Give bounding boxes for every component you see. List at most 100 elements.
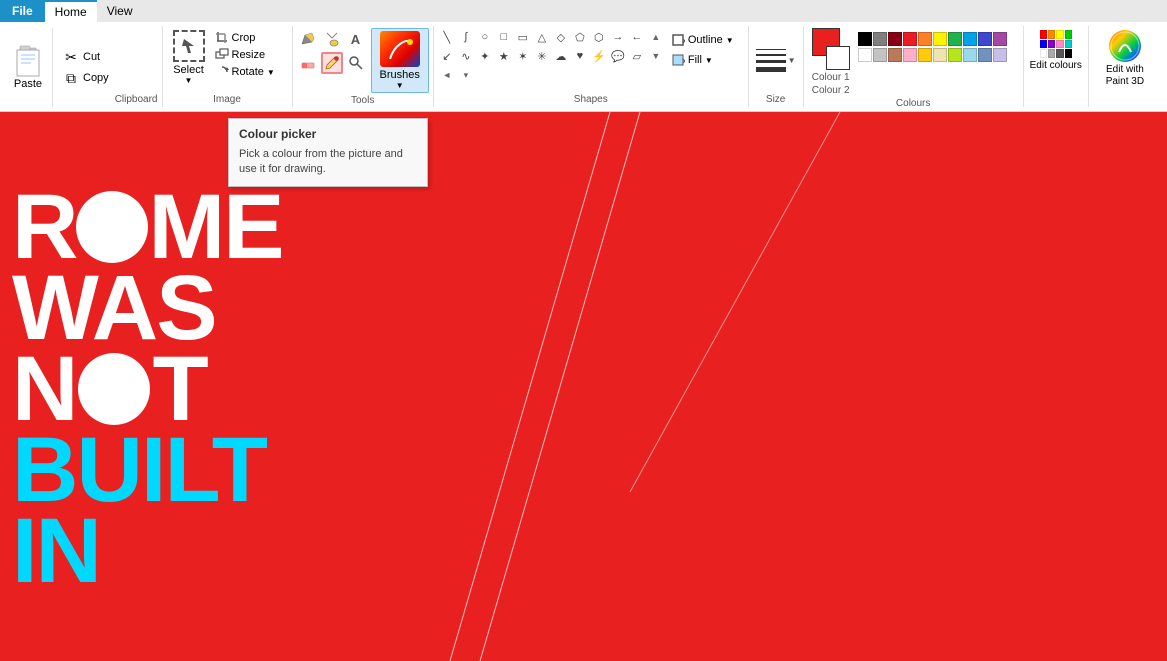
fill-icon xyxy=(671,53,685,67)
copy-button[interactable]: ⧉ Copy xyxy=(59,69,113,88)
rounded-rect-tool[interactable]: ▭ xyxy=(514,28,532,46)
palette-cell[interactable] xyxy=(918,48,932,62)
arrow-down-tool[interactable]: ↙ xyxy=(438,47,456,65)
palette-cell[interactable] xyxy=(963,32,977,46)
arrow-right-tool[interactable]: → xyxy=(609,28,627,46)
triangle-tool[interactable]: △ xyxy=(533,28,551,46)
lightning-tool[interactable]: ⚡ xyxy=(590,47,608,65)
resize-icon xyxy=(215,48,229,62)
colour-picker-tooltip: Colour picker Pick a colour from the pic… xyxy=(228,118,428,187)
diamond-tool[interactable]: ◇ xyxy=(552,28,570,46)
palette-cell[interactable] xyxy=(948,48,962,62)
palette-cell[interactable] xyxy=(978,48,992,62)
size-selector[interactable]: ▼ xyxy=(753,49,799,72)
pentagon-tool[interactable]: ⬠ xyxy=(571,28,589,46)
palette-cell[interactable] xyxy=(993,32,1007,46)
cut-icon: ✂ xyxy=(63,49,79,66)
select-icon xyxy=(173,30,205,62)
colour2-label: Colour 2 xyxy=(812,85,850,96)
freeform-tool[interactable]: ∿ xyxy=(457,47,475,65)
paste-icon xyxy=(12,46,44,78)
palette-cell[interactable] xyxy=(858,32,872,46)
rome-poster-text: R ME WAS N T BUILT IN xyxy=(12,187,282,592)
oval-tool[interactable]: ○ xyxy=(476,28,494,46)
crop-icon xyxy=(215,31,229,45)
hexagon-tool[interactable]: ⬡ xyxy=(590,28,608,46)
palette-cell[interactable] xyxy=(978,32,992,46)
colour1-label: Colour 1 xyxy=(812,72,850,83)
crop-button[interactable]: Crop xyxy=(211,30,279,46)
scroll-expand[interactable]: ▾ xyxy=(457,66,475,84)
fill-button[interactable]: Fill ▼ xyxy=(669,52,736,68)
text-tool[interactable]: A xyxy=(345,28,367,50)
arrow-left-tool[interactable]: ← xyxy=(628,28,646,46)
palette-cell[interactable] xyxy=(903,48,917,62)
palette-cell[interactable] xyxy=(993,48,1007,62)
shapes-label: Shapes xyxy=(438,92,744,107)
tooltip-text: Pick a colour from the picture and use i… xyxy=(239,147,417,178)
scroll-up[interactable]: ▲ xyxy=(647,28,665,46)
palette-cell[interactable] xyxy=(903,32,917,46)
rotate-icon xyxy=(215,65,229,79)
colour2-box[interactable] xyxy=(826,46,850,70)
file-menu[interactable]: File xyxy=(0,0,45,22)
edit-colours-button[interactable]: Edit colours xyxy=(1028,28,1084,74)
palette-cell[interactable] xyxy=(888,48,902,62)
brushes-icon xyxy=(380,31,420,67)
palette-cell[interactable] xyxy=(888,32,902,46)
scroll-left[interactable]: ◄ xyxy=(438,66,456,84)
brushes-chevron: ▼ xyxy=(396,81,404,90)
scroll-down[interactable]: ▼ xyxy=(647,47,665,65)
select-label: Select xyxy=(173,64,204,76)
eraser-tool[interactable] xyxy=(297,52,319,74)
rect-tool[interactable]: □ xyxy=(495,28,513,46)
star4-tool[interactable]: ✦ xyxy=(476,47,494,65)
paste-button[interactable]: Paste xyxy=(4,28,53,107)
fill-tool[interactable] xyxy=(321,28,343,50)
clipboard-label: Clipboard xyxy=(115,92,158,107)
copy-icon: ⧉ xyxy=(63,70,79,87)
palette-cell[interactable] xyxy=(933,32,947,46)
cut-button[interactable]: ✂ Cut xyxy=(59,48,113,67)
edit-colours-label: Edit colours xyxy=(1030,60,1082,72)
colours-label: Colours xyxy=(808,96,1019,111)
outline-icon xyxy=(671,33,685,47)
callout-tool[interactable]: 💬 xyxy=(609,47,627,65)
home-menu[interactable]: Home xyxy=(45,0,97,22)
palette-cell[interactable] xyxy=(948,32,962,46)
curve-tool[interactable]: ∫ xyxy=(457,28,475,46)
canvas-content[interactable]: R ME WAS N T BUILT IN xyxy=(0,112,1167,661)
paint3d-button[interactable]: Edit with Paint 3D xyxy=(1093,28,1157,90)
palette-cell[interactable] xyxy=(858,48,872,62)
size-label: Size xyxy=(766,92,785,107)
select-chevron: ▼ xyxy=(185,76,193,85)
paste-label: Paste xyxy=(14,78,42,90)
heart-tool[interactable]: ♥ xyxy=(571,47,589,65)
line-tool[interactable]: ╲ xyxy=(438,28,456,46)
select-button[interactable]: Select ▼ xyxy=(167,28,211,87)
tooltip-title: Colour picker xyxy=(239,127,417,141)
star8-tool[interactable]: ✳ xyxy=(533,47,551,65)
palette-cell[interactable] xyxy=(933,48,947,62)
pencil-tool[interactable] xyxy=(297,28,319,50)
palette-cell[interactable] xyxy=(873,48,887,62)
color-picker-tool[interactable] xyxy=(321,52,343,74)
star6-tool[interactable]: ✶ xyxy=(514,47,532,65)
callout2-tool[interactable]: ▱ xyxy=(628,47,646,65)
star5-tool[interactable]: ★ xyxy=(495,47,513,65)
palette-cell[interactable] xyxy=(963,48,977,62)
brushes-button[interactable]: Brushes ▼ xyxy=(371,28,429,93)
paint3d-icon xyxy=(1109,30,1141,62)
rotate-button[interactable]: Rotate ▼ xyxy=(211,64,279,80)
resize-button[interactable]: Resize xyxy=(211,47,279,63)
palette-cell[interactable] xyxy=(918,32,932,46)
brushes-label: Brushes xyxy=(380,69,420,81)
view-menu[interactable]: View xyxy=(97,0,143,22)
magnifier-tool[interactable] xyxy=(345,52,367,74)
canvas-area: R ME WAS N T BUILT IN xyxy=(0,112,1167,661)
cloud-tool[interactable]: ☁ xyxy=(552,47,570,65)
image-label: Image xyxy=(167,92,288,107)
palette-cell[interactable] xyxy=(873,32,887,46)
outline-button[interactable]: Outline ▼ xyxy=(669,32,736,48)
paint3d-label: Edit with Paint 3D xyxy=(1095,64,1155,88)
